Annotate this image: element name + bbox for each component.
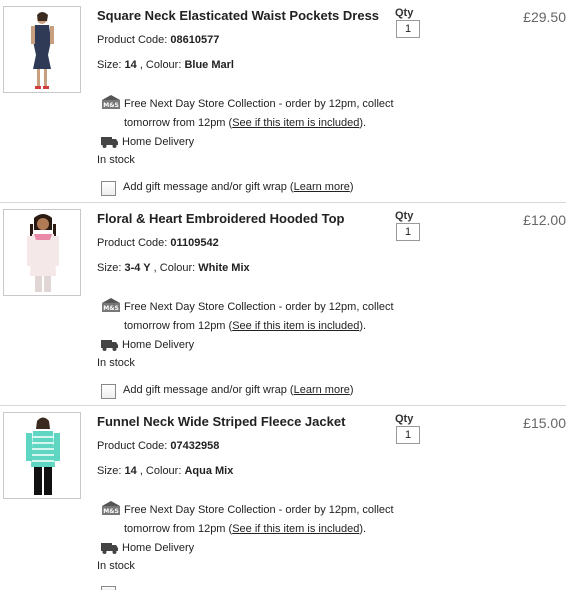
- m-and-s-store-icon: M&S: [101, 95, 121, 109]
- gift-option: Add gift message and/or gift wrap (Learn…: [123, 384, 354, 396]
- home-delivery-label: Home Delivery: [122, 339, 195, 351]
- gift-label-end: ): [349, 384, 354, 396]
- see-if-included-link[interactable]: See if this item is included: [232, 320, 359, 332]
- basket-item-1: Square Neck Elasticated Waist Pockets Dr…: [0, 0, 576, 203]
- product-code-value: 07432958: [170, 440, 220, 452]
- qty-label: Qty: [395, 210, 414, 222]
- colour-label: , Colour:: [136, 465, 185, 477]
- item-price: £15.00: [523, 415, 566, 431]
- colour-value: Blue Marl: [184, 59, 234, 71]
- product-image-fleece-jacket[interactable]: [3, 412, 81, 499]
- delivery-truck-icon: [101, 340, 118, 351]
- size-label: Size:: [97, 59, 125, 71]
- product-title[interactable]: Square Neck Elasticated Waist Pockets Dr…: [97, 8, 379, 23]
- learn-more-link[interactable]: Learn more: [294, 384, 350, 396]
- product-code-value: 08610577: [170, 34, 220, 46]
- svg-text:M&S: M&S: [103, 102, 119, 109]
- m-and-s-store-icon: M&S: [101, 501, 121, 515]
- size-colour: Size: 14 , Colour: Blue Marl: [97, 59, 234, 71]
- gift-option: Add gift message and/or gift wrap (Learn…: [123, 181, 354, 193]
- product-code: Product Code: 08610577: [97, 34, 219, 46]
- m-and-s-store-icon: M&S: [101, 298, 121, 312]
- delivery-truck-icon: [101, 137, 118, 148]
- home-delivery-label: Home Delivery: [122, 542, 195, 554]
- size-colour: Size: 14 , Colour: Aqua Mix: [97, 465, 233, 477]
- gift-label-end: ): [349, 181, 354, 193]
- gift-label: Add gift message and/or gift wrap (: [123, 384, 294, 396]
- store-collection-info: Free Next Day Store Collection - order b…: [124, 298, 404, 336]
- gift-wrap-checkbox[interactable]: [101, 181, 116, 196]
- colour-value: Aqua Mix: [184, 465, 234, 477]
- product-code-label: Product Code:: [97, 440, 171, 452]
- store-collection-info: Free Next Day Store Collection - order b…: [124, 501, 404, 539]
- size-label: Size:: [97, 465, 125, 477]
- size-value: 14: [124, 59, 137, 71]
- store-collection-info: Free Next Day Store Collection - order b…: [124, 95, 404, 133]
- qty-label: Qty: [395, 7, 414, 19]
- size-colour: Size: 3-4 Y , Colour: White Mix: [97, 262, 250, 274]
- see-if-included-link[interactable]: See if this item is included: [232, 523, 359, 535]
- product-title[interactable]: Floral & Heart Embroidered Hooded Top: [97, 211, 345, 226]
- colour-label: , Colour:: [136, 59, 185, 71]
- svg-text:M&S: M&S: [103, 305, 119, 312]
- size-label: Size:: [97, 262, 125, 274]
- qty-input[interactable]: [396, 20, 420, 38]
- qty-input[interactable]: [396, 426, 420, 444]
- store-collection-text-end: ).: [359, 523, 367, 535]
- colour-value: White Mix: [198, 262, 250, 274]
- learn-more-link[interactable]: Learn more: [294, 181, 350, 193]
- size-value: 14: [124, 465, 137, 477]
- item-price: £29.50: [523, 9, 566, 25]
- delivery-truck-icon: [101, 543, 118, 554]
- item-price: £12.00: [523, 212, 566, 228]
- gift-label: Add gift message and/or gift wrap (: [123, 181, 294, 193]
- product-code: Product Code: 01109542: [97, 237, 219, 249]
- gift-wrap-checkbox[interactable]: [101, 586, 116, 590]
- product-image-dress[interactable]: [3, 6, 81, 93]
- product-code-label: Product Code:: [97, 237, 171, 249]
- gift-wrap-checkbox[interactable]: [101, 384, 116, 399]
- basket-item-2: Floral & Heart Embroidered Hooded Top Pr…: [0, 203, 576, 406]
- basket-item-3: Funnel Neck Wide Striped Fleece Jacket P…: [0, 406, 576, 590]
- product-code: Product Code: 07432958: [97, 440, 219, 452]
- product-code-value: 01109542: [170, 237, 219, 249]
- product-title[interactable]: Funnel Neck Wide Striped Fleece Jacket: [97, 414, 345, 429]
- home-delivery-label: Home Delivery: [122, 136, 195, 148]
- svg-text:M&S: M&S: [103, 508, 119, 515]
- colour-label: , Colour:: [150, 262, 199, 274]
- product-code-label: Product Code:: [97, 34, 171, 46]
- store-collection-text-end: ).: [359, 320, 367, 332]
- store-collection-text-end: ).: [359, 117, 367, 129]
- size-value: 3-4 Y: [124, 262, 151, 274]
- qty-input[interactable]: [396, 223, 420, 241]
- see-if-included-link[interactable]: See if this item is included: [232, 117, 359, 129]
- qty-label: Qty: [395, 413, 414, 425]
- stock-status: In stock: [97, 154, 135, 166]
- product-image-hooded-top[interactable]: [3, 209, 81, 296]
- stock-status: In stock: [97, 357, 135, 369]
- stock-status: In stock: [97, 560, 135, 572]
